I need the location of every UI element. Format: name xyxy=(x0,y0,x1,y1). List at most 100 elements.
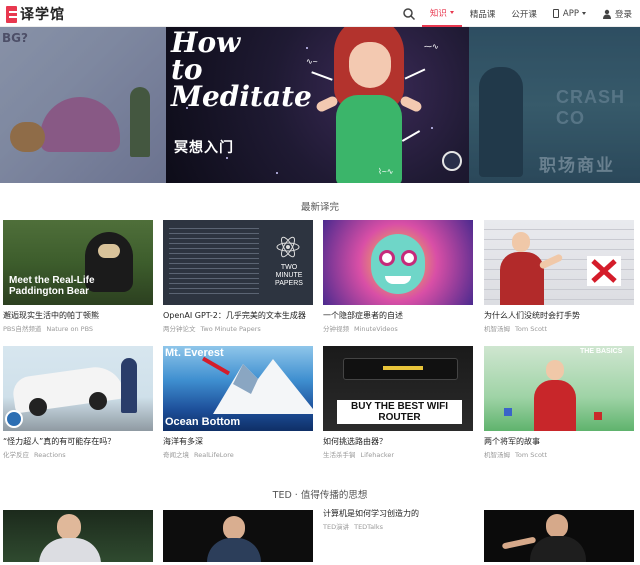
section-title-latest: 最新译完 xyxy=(300,202,339,213)
video-title[interactable]: 海洋有多深 xyxy=(163,436,313,447)
chevron-down-icon xyxy=(581,12,586,15)
video-category[interactable]: 机智汤姆 xyxy=(484,325,510,333)
thumbnail-caption: Meet the Real-Life Paddington Bear xyxy=(9,275,95,297)
video-title[interactable]: 邂逅现实生活中的帕丁顿熊 xyxy=(3,310,153,321)
video-thumbnail[interactable] xyxy=(484,220,634,305)
illustration-bear-face xyxy=(98,244,120,258)
search-icon[interactable] xyxy=(402,7,416,21)
video-title[interactable]: OpenAI GPT-2：几乎完美的文本生成器 xyxy=(163,310,313,321)
illustration-head xyxy=(546,360,564,380)
text-lines-graphic xyxy=(169,228,259,298)
video-meta: PBS自然频道 Nature on PBS xyxy=(3,323,153,333)
ted-video-card[interactable]: 计算机是如何学习创造力的 TED演讲 TEDTalks xyxy=(323,508,473,531)
video-title[interactable]: 如何挑选路由器？ xyxy=(323,436,473,447)
video-category[interactable]: 化学反应 xyxy=(3,451,29,459)
site-logo[interactable]: 译学馆 xyxy=(6,4,65,24)
video-meta: 生活杀手锏 Lifehacker xyxy=(323,449,473,459)
video-card[interactable]: TWO MINUTE PAPERS OpenAI GPT-2：几乎完美的文本生成… xyxy=(163,220,313,333)
illustration-arm xyxy=(398,94,424,114)
video-card[interactable]: Mt. Everest Ocean Bottom 海洋有多深 奇闻之境 RealL… xyxy=(163,346,313,459)
video-card[interactable]: Meet the Real-Life Paddington Bear 邂逅现实生… xyxy=(3,220,153,333)
video-thumbnail[interactable]: THE BASICS xyxy=(484,346,634,431)
video-source[interactable]: RealLifeLore xyxy=(194,451,234,459)
video-card[interactable]: “怪力超人”真的有可能存在吗？ 化学反应 Reactions xyxy=(3,346,153,459)
video-card[interactable]: BUY THE BEST WIFI ROUTER 如何挑选路由器？ 生活杀手锏 L… xyxy=(323,346,473,459)
video-meta: TED演讲 TEDTalks xyxy=(323,521,473,531)
video-meta: 奇闻之境 RealLifeLore xyxy=(163,449,313,459)
arrow-icon xyxy=(401,130,421,142)
illustration-wheel xyxy=(89,392,107,410)
illustration-eye xyxy=(379,250,395,266)
ted-video-thumbnail[interactable] xyxy=(484,510,634,562)
illustration-cube xyxy=(594,412,602,420)
video-category[interactable]: 分钟视频 xyxy=(323,325,349,333)
thumbnail-caption-top: Mt. Everest xyxy=(165,347,224,359)
video-thumbnail[interactable] xyxy=(3,346,153,431)
video-thumbnail[interactable]: Meet the Real-Life Paddington Bear xyxy=(3,220,153,305)
video-thumbnail[interactable]: Mt. Everest Ocean Bottom xyxy=(163,346,313,431)
nav-item-knowledge[interactable]: 知识 xyxy=(421,0,462,27)
video-meta: 化学反应 Reactions xyxy=(3,449,153,459)
illustration-cube xyxy=(504,408,512,416)
ted-video-thumbnail[interactable] xyxy=(163,510,313,562)
thumbnail-caption: THE BASICS xyxy=(580,348,623,355)
illustration-head xyxy=(546,514,568,538)
banner-slide-prev[interactable]: BG? xyxy=(0,27,166,183)
nav-item-open-courses[interactable]: 公开课 xyxy=(503,0,545,27)
banner-title-line: Meditate xyxy=(171,80,312,113)
scribble-glyph: ⌇~∿ xyxy=(378,167,394,176)
arrow-icon xyxy=(404,68,426,80)
scribble-glyph: ∿~ xyxy=(306,57,318,66)
illustration-person xyxy=(121,358,137,413)
video-source[interactable]: Reactions xyxy=(34,451,66,459)
video-card[interactable]: 一个隐部症患者的自述 分钟视频 MinuteVideos xyxy=(323,220,473,333)
video-source[interactable]: Tom Scott xyxy=(515,325,547,333)
arrow-icon xyxy=(311,71,333,81)
star xyxy=(226,157,228,159)
banner-shade xyxy=(469,27,640,183)
illustration-head xyxy=(223,516,245,540)
video-thumbnail[interactable] xyxy=(323,220,473,305)
star xyxy=(276,172,278,174)
video-meta: 分钟视频 MinuteVideos xyxy=(323,323,473,333)
banner-subtitle: 冥想入门 xyxy=(174,140,234,156)
nav-item-label: 公开课 xyxy=(511,9,537,20)
video-source[interactable]: Tom Scott xyxy=(515,451,547,459)
illustration-face xyxy=(349,42,391,88)
video-thumbnail[interactable]: BUY THE BEST WIFI ROUTER xyxy=(323,346,473,431)
banner-title-line: How xyxy=(171,27,241,59)
thumbnail-caption: BUY THE BEST WIFI ROUTER xyxy=(337,400,462,424)
video-meta: 机智汤姆 Tom Scott xyxy=(484,449,634,459)
video-category[interactable]: 奇闻之境 xyxy=(163,451,189,459)
banner-slide-next[interactable]: CRASH CO 职场商业 xyxy=(469,27,640,183)
video-title[interactable]: 计算机是如何学习创造力的 xyxy=(323,508,473,519)
nav-item-label: 精品课 xyxy=(469,9,496,20)
video-category[interactable]: 机智汤姆 xyxy=(484,451,510,459)
nav-item-premium-courses[interactable]: 精品课 xyxy=(462,0,504,27)
atom-icon xyxy=(276,236,300,258)
video-source[interactable]: Lifehacker xyxy=(361,451,395,459)
video-category[interactable]: 两分钟论文 xyxy=(163,325,196,333)
ted-video-thumbnail[interactable] xyxy=(3,510,153,562)
video-category[interactable]: TED演讲 xyxy=(323,523,349,531)
video-source[interactable]: Two Minute Papers xyxy=(201,325,261,333)
video-title[interactable]: 一个隐部症患者的自述 xyxy=(323,310,473,321)
video-source[interactable]: MinuteVideos xyxy=(354,325,398,333)
nav-item-label: 登录 xyxy=(614,9,632,20)
nav-item-app[interactable]: APP xyxy=(545,0,594,27)
video-source[interactable]: TEDTalks xyxy=(354,523,383,531)
video-title[interactable]: 为什么人们没统时会打手势 xyxy=(484,310,634,321)
illustration-router-lights xyxy=(383,366,423,370)
video-category[interactable]: PBS自然频道 xyxy=(3,325,41,333)
video-thumbnail[interactable]: TWO MINUTE PAPERS xyxy=(163,220,313,305)
nav-item-login[interactable]: 登录 xyxy=(594,0,640,27)
banner-shade xyxy=(0,27,166,183)
video-title[interactable]: 两个将军的故事 xyxy=(484,436,634,447)
video-title[interactable]: “怪力超人”真的有可能存在吗？ xyxy=(3,436,153,447)
video-source[interactable]: Nature on PBS xyxy=(46,325,93,333)
video-card[interactable]: THE BASICS 两个将军的故事 机智汤姆 Tom Scott xyxy=(484,346,634,459)
video-card[interactable]: 为什么人们没统时会打手势 机智汤姆 Tom Scott xyxy=(484,220,634,333)
star xyxy=(431,127,433,129)
banner-slide-active[interactable]: How to Meditate 冥想入门 ∿~ ⁓∿ ⌇~∿ xyxy=(166,27,469,183)
video-category[interactable]: 生活杀手锏 xyxy=(323,451,356,459)
